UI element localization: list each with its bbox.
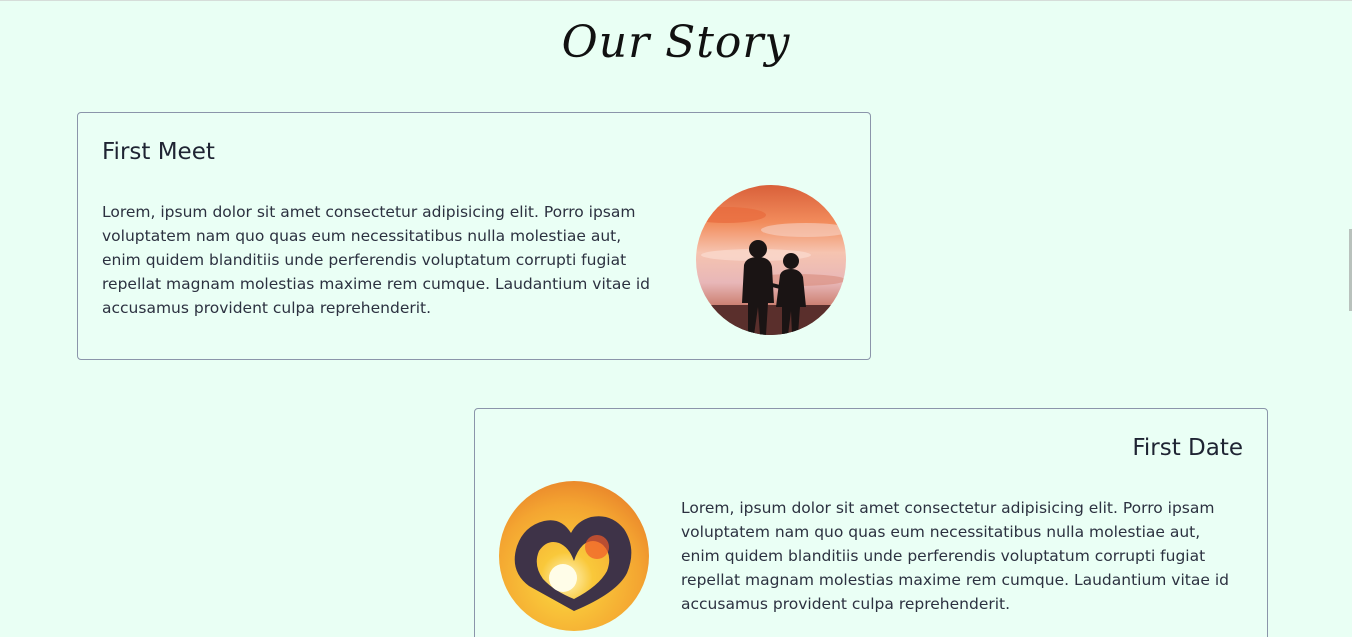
story-title: First Meet (102, 139, 215, 165)
page: Our Story First Meet Lorem, ipsum dolor … (0, 0, 1352, 637)
story-text: Lorem, ipsum dolor sit amet consectetur … (102, 203, 650, 317)
story-card-first-date: First Date Lorem, ipsum dolor sit amet c… (474, 408, 1268, 637)
couple-silhouette-photo (696, 185, 846, 335)
story-card-first-meet: First Meet Lorem, ipsum dolor sit amet c… (77, 112, 871, 360)
couple-silhouette-image (696, 185, 846, 335)
story-title: First Date (1132, 435, 1243, 461)
heart-hands-photo (499, 481, 649, 631)
page-title: Our Story (561, 17, 791, 68)
heart-hands-image (499, 481, 649, 631)
story-text: Lorem, ipsum dolor sit amet consectetur … (681, 499, 1229, 613)
